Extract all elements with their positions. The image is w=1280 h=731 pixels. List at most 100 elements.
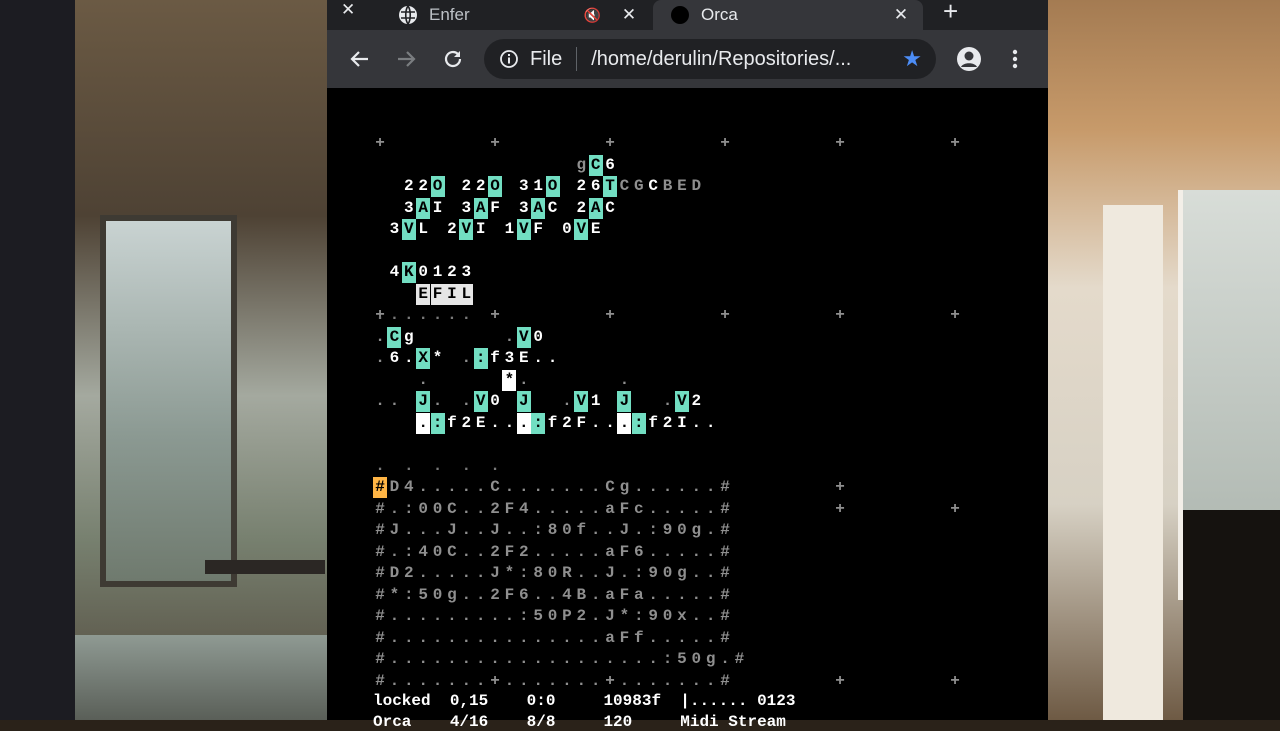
operator-cell[interactable]: 6 [603, 155, 617, 176]
close-tab-icon[interactable]: ✕ [619, 5, 639, 25]
operator-cell[interactable]: . [502, 413, 516, 434]
grid-cell[interactable]: 0 [689, 649, 703, 670]
operator-cell[interactable]: I [444, 283, 459, 305]
grid-cell[interactable]: . [574, 671, 588, 692]
grid-cell[interactable]: # [373, 649, 387, 670]
grid-cell[interactable]: . [474, 628, 488, 649]
operator-cell[interactable]: . [402, 348, 416, 369]
grid-cell[interactable]: P [560, 606, 574, 627]
operator-cell[interactable]: 4 [387, 262, 401, 283]
grid-cell[interactable]: 8 [531, 563, 545, 584]
grid-cell[interactable]: . [474, 520, 488, 541]
grid-cell[interactable]: . [661, 477, 675, 498]
grid-cell[interactable]: . [675, 585, 689, 606]
operator-cell[interactable]: 2 [574, 176, 588, 197]
grid-marker[interactable]: + [488, 305, 502, 326]
tab-enfer[interactable]: Enfer 🔇 ✕ [339, 0, 651, 30]
grid-cell[interactable]: . [488, 606, 502, 627]
operator-cell[interactable]: 0 [531, 327, 545, 348]
grid-cell[interactable]: . [402, 606, 416, 627]
grid-cell[interactable]: a [603, 542, 617, 563]
grid-cell[interactable]: . [560, 628, 574, 649]
operator-cell[interactable]: 2 [459, 413, 473, 434]
grid-cell[interactable]: . [517, 477, 531, 498]
operator-cell[interactable]: . [373, 327, 387, 348]
operator-cell[interactable]: . [516, 412, 531, 434]
grid-cell[interactable]: 0 [416, 499, 430, 520]
grid-cell[interactable]: . [502, 477, 516, 498]
grid-cell[interactable]: . [431, 606, 445, 627]
grid-cell[interactable]: # [373, 606, 387, 627]
operator-cell[interactable]: E [675, 176, 689, 197]
grid-cell[interactable]: D [387, 563, 401, 584]
grid-cell[interactable]: 5 [416, 585, 430, 606]
operator-cell[interactable]: C [646, 176, 660, 197]
operator-cell[interactable]: V [574, 391, 589, 412]
grid-cell[interactable]: a [603, 585, 617, 606]
grid-cell[interactable]: 6 [632, 542, 646, 563]
grid-cell[interactable]: . [416, 606, 430, 627]
operator-cell[interactable]: 2 [474, 176, 488, 197]
grid-cell[interactable]: * [617, 606, 631, 627]
grid-cell[interactable]: a [603, 499, 617, 520]
grid-cell[interactable]: . [431, 563, 445, 584]
grid-cell[interactable]: . [661, 671, 675, 692]
operator-cell[interactable]: . [617, 412, 632, 434]
operator-cell[interactable]: V [516, 326, 531, 348]
grid-marker[interactable]: + [948, 671, 962, 692]
operator-cell[interactable]: . [689, 413, 703, 434]
operator-cell[interactable]: 2 [402, 176, 416, 197]
grid-cell[interactable]: . [502, 649, 516, 670]
forward-arrow-icon[interactable] [389, 42, 423, 76]
grid-cell[interactable]: . [574, 499, 588, 520]
grid-cell[interactable]: # [718, 628, 732, 649]
operator-cell[interactable]: 1 [431, 262, 445, 283]
grid-cell[interactable]: C [445, 499, 459, 520]
grid-cell[interactable]: . [445, 477, 459, 498]
operator-cell[interactable]: 6 [589, 176, 603, 197]
operator-cell[interactable]: C [387, 326, 402, 348]
grid-cell[interactable]: B [574, 585, 588, 606]
grid-cell[interactable]: . [387, 628, 401, 649]
grid-cell[interactable]: 2 [488, 542, 502, 563]
grid-cell[interactable]: R [560, 563, 574, 584]
grid-cell[interactable]: . [689, 628, 703, 649]
grid-cell[interactable]: g [617, 477, 631, 498]
operator-cell[interactable]: C [546, 198, 560, 219]
operator-cell[interactable]: I [474, 219, 488, 240]
bookmark-star-icon[interactable]: ★ [902, 46, 922, 72]
grid-dot[interactable]: . [431, 305, 445, 326]
grid-cell[interactable]: . [502, 628, 516, 649]
grid-cell[interactable]: J [488, 563, 502, 584]
operator-cell[interactable]: O [430, 176, 445, 197]
grid-cell[interactable]: . [617, 671, 631, 692]
grid-marker[interactable]: + [833, 499, 847, 520]
grid-cell[interactable]: : [646, 520, 660, 541]
operator-cell[interactable]: . [589, 413, 603, 434]
grid-cell[interactable]: . [689, 585, 703, 606]
grid-cell[interactable]: . [402, 628, 416, 649]
grid-cell[interactable]: . [589, 499, 603, 520]
operator-cell[interactable]: F [430, 283, 445, 305]
grid-cell[interactable]: 0 [431, 499, 445, 520]
grid-cell[interactable]: . [474, 649, 488, 670]
grid-cell[interactable]: C [445, 542, 459, 563]
grid-dot[interactable]: . [459, 305, 473, 326]
grid-cell[interactable]: . [632, 477, 646, 498]
grid-cell[interactable]: . [589, 585, 603, 606]
operator-cell[interactable]: 2 [416, 176, 430, 197]
operator-cell[interactable]: 2 [445, 219, 459, 240]
operator-cell[interactable]: . [603, 413, 617, 434]
operator-cell[interactable]: : [473, 348, 488, 369]
grid-cell[interactable]: . [474, 671, 488, 692]
grid-cell[interactable]: 5 [531, 606, 545, 627]
grid-cell[interactable]: . [632, 649, 646, 670]
grid-cell[interactable]: 6 [517, 585, 531, 606]
grid-cell[interactable]: . [560, 649, 574, 670]
grid-cell[interactable]: . [574, 542, 588, 563]
grid-cell[interactable]: . [646, 671, 660, 692]
grid-cell[interactable]: 4 [517, 499, 531, 520]
grid-cell[interactable]: . [502, 606, 516, 627]
grid-cell[interactable]: . [574, 649, 588, 670]
grid-marker[interactable]: + [603, 133, 617, 154]
